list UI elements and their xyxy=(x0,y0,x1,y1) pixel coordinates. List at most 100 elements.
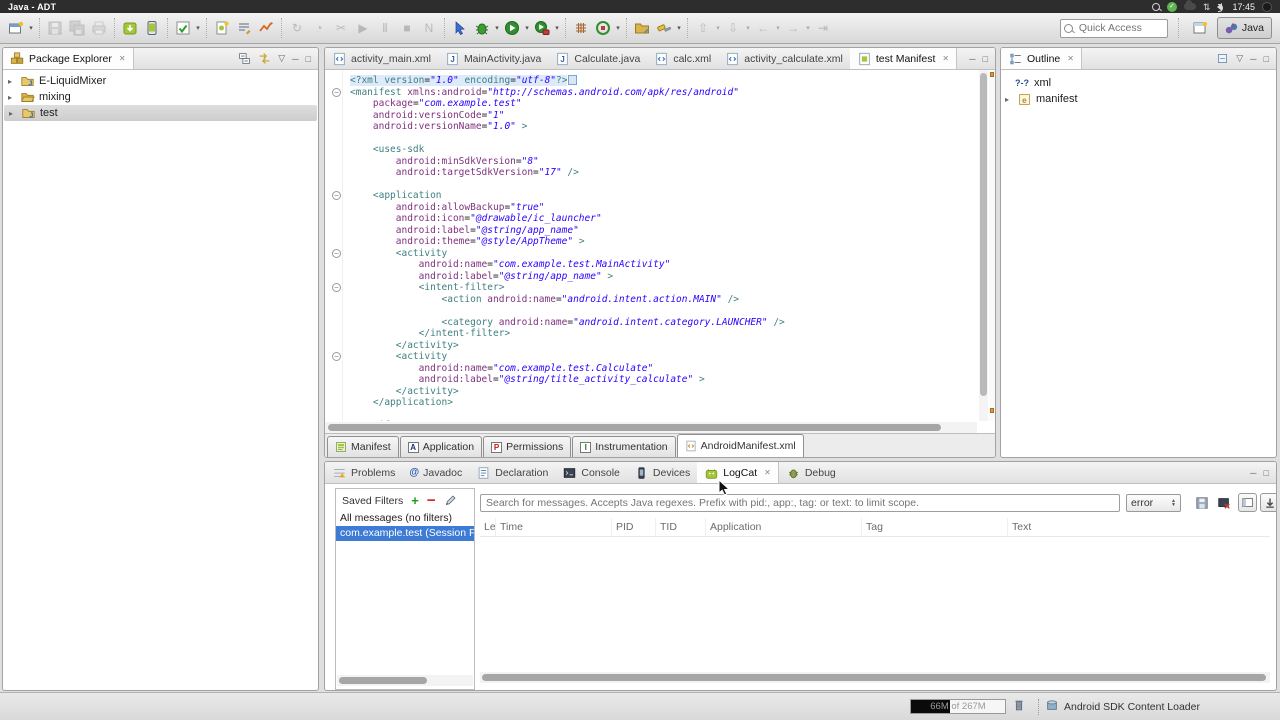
next-annotation-dropdown[interactable]: ▾ xyxy=(744,24,752,32)
tab-activity-calculate-xml[interactable]: activity_calculate.xml xyxy=(718,48,850,69)
maximize-icon[interactable]: □ xyxy=(306,54,311,64)
stop-button[interactable]: ■ xyxy=(397,17,417,39)
minimize-icon[interactable]: ─ xyxy=(1250,468,1256,478)
new-wizard-dropdown[interactable]: ▾ xyxy=(27,24,35,32)
back-dropdown[interactable]: ▾ xyxy=(774,24,782,32)
open-resource-button[interactable] xyxy=(632,17,652,39)
tree-expand-icon[interactable]: ▸ xyxy=(8,93,16,102)
maximize-icon[interactable]: □ xyxy=(1264,54,1269,64)
column-tag[interactable]: Tag xyxy=(862,518,1008,536)
column-application[interactable]: Application xyxy=(706,518,862,536)
tree-item-test[interactable]: ▸ J test xyxy=(4,105,317,121)
java-perspective-button[interactable]: Java xyxy=(1217,17,1272,39)
relaunch-button[interactable]: N xyxy=(419,17,439,39)
minimize-icon[interactable]: ─ xyxy=(1250,54,1256,64)
sdk-manager-button[interactable] xyxy=(120,17,140,39)
tray-cloud-icon[interactable] xyxy=(1184,3,1196,10)
save-log-button[interactable] xyxy=(1192,493,1211,512)
column-level[interactable]: Level xyxy=(480,518,496,536)
fold-collapse-icon[interactable]: − xyxy=(332,191,341,200)
outline-item-xml[interactable]: ?-? xml xyxy=(1001,75,1276,91)
tree-expand-icon[interactable]: ▸ xyxy=(8,77,16,86)
profile-button[interactable]: ◔ xyxy=(309,17,329,39)
lint-button[interactable] xyxy=(234,17,254,39)
fold-collapse-icon[interactable]: − xyxy=(332,88,341,97)
new-android-project-button[interactable] xyxy=(212,17,232,39)
search-button[interactable] xyxy=(654,17,674,39)
tab-logcat[interactable]: LogCat ✕ xyxy=(697,462,779,483)
tree-item-eliquidmixer[interactable]: ▸ J E-LiquidMixer xyxy=(3,73,318,89)
logcat-search-input[interactable] xyxy=(480,494,1120,512)
external-tools-dropdown[interactable]: ▾ xyxy=(553,24,561,32)
page-tab-application[interactable]: A Application xyxy=(400,436,482,457)
annotation-marker[interactable] xyxy=(990,408,994,413)
scrollbar-thumb[interactable] xyxy=(482,674,1266,681)
print-button[interactable] xyxy=(89,17,109,39)
tab-declaration[interactable]: Declaration xyxy=(469,462,555,483)
search-dropdown[interactable]: ▾ xyxy=(675,24,683,32)
tray-update-icon[interactable]: ✓ xyxy=(1167,2,1177,12)
avd-manager-button[interactable] xyxy=(142,17,162,39)
tab-problems[interactable]: Problems xyxy=(325,462,402,483)
tray-clock[interactable]: 17:45 xyxy=(1232,2,1255,12)
column-time[interactable]: Time xyxy=(496,518,612,536)
column-text[interactable]: Text xyxy=(1008,518,1270,536)
save-all-button[interactable] xyxy=(67,17,87,39)
toggle-display-button[interactable] xyxy=(1238,493,1257,512)
outline-item-manifest[interactable]: ▸ e manifest xyxy=(1001,91,1276,107)
open-perspective-fast-button[interactable] xyxy=(1190,17,1210,39)
maximize-icon[interactable]: □ xyxy=(1264,468,1269,478)
edit-filter-icon[interactable] xyxy=(444,494,457,507)
tray-network-icon[interactable]: ⇅ xyxy=(1203,2,1211,12)
previous-annotation-button[interactable]: ⇧ xyxy=(693,17,713,39)
forward-button[interactable]: → xyxy=(783,17,803,39)
step-over-button[interactable]: ▶ xyxy=(353,17,373,39)
save-button[interactable] xyxy=(45,17,65,39)
back-button[interactable]: ← xyxy=(753,17,773,39)
trace-button[interactable] xyxy=(256,17,276,39)
maximize-icon[interactable]: □ xyxy=(983,54,988,64)
link-with-editor-icon[interactable] xyxy=(258,52,271,65)
last-edit-location-button[interactable]: ⇥ xyxy=(813,17,833,39)
tab-activity-main-xml[interactable]: activity_main.xml xyxy=(325,48,438,69)
collapse-all-icon[interactable] xyxy=(238,52,251,65)
editor-horizontal-scrollbar[interactable] xyxy=(325,422,977,433)
tab-package-explorer[interactable]: Package Explorer ✕ xyxy=(3,48,134,69)
selection-arrow-button[interactable] xyxy=(450,17,470,39)
debug-button[interactable] xyxy=(472,17,492,39)
filter-all-messages[interactable]: All messages (no filters) xyxy=(336,511,474,526)
tab-debug[interactable]: Debug xyxy=(779,462,843,483)
scrollbar-thumb[interactable] xyxy=(328,424,941,431)
column-pid[interactable]: PID xyxy=(612,518,656,536)
collapse-icon[interactable] xyxy=(1216,52,1229,65)
quick-access-input[interactable] xyxy=(1060,19,1168,38)
cut-button[interactable]: ✂ xyxy=(331,17,351,39)
tray-session-icon[interactable] xyxy=(1262,2,1272,12)
tree-item-mixing[interactable]: ▸ mixing xyxy=(3,89,318,105)
run-button[interactable] xyxy=(502,17,522,39)
page-tab-permissions[interactable]: P Permissions xyxy=(483,436,571,457)
tab-calculate-java[interactable]: J Calculate.java xyxy=(548,48,647,69)
editor-vertical-scrollbar[interactable] xyxy=(979,70,988,421)
next-annotation-button[interactable]: ⇩ xyxy=(723,17,743,39)
debug-dropdown[interactable]: ▾ xyxy=(493,24,501,32)
annotation-marker[interactable] xyxy=(990,72,994,77)
column-tid[interactable]: TID xyxy=(656,518,706,536)
view-menu-icon[interactable]: ▽ xyxy=(278,53,285,64)
run-garbage-collector-button[interactable] xyxy=(1012,698,1026,715)
external-tools-button[interactable] xyxy=(532,17,552,39)
fold-collapse-icon[interactable]: − xyxy=(332,249,341,258)
coverage-dropdown[interactable]: ▾ xyxy=(614,24,622,32)
close-icon[interactable]: ✕ xyxy=(119,54,126,63)
page-tab-instrumentation[interactable]: I Instrumentation xyxy=(572,436,675,457)
add-filter-icon[interactable]: + xyxy=(411,496,419,506)
scroll-to-bottom-button[interactable] xyxy=(1260,493,1277,512)
run-dropdown[interactable]: ▾ xyxy=(523,24,531,32)
code-lines[interactable]: <?xml version="1.0" encoding="utf-8"?><m… xyxy=(350,75,977,421)
close-icon[interactable]: ✕ xyxy=(1067,54,1074,63)
tab-calc-xml[interactable]: calc.xml xyxy=(647,48,718,69)
filters-horizontal-scrollbar[interactable] xyxy=(337,675,473,686)
junit-button[interactable] xyxy=(173,17,193,39)
junit-dropdown[interactable]: ▾ xyxy=(194,24,202,32)
previous-annotation-dropdown[interactable]: ▾ xyxy=(714,24,722,32)
